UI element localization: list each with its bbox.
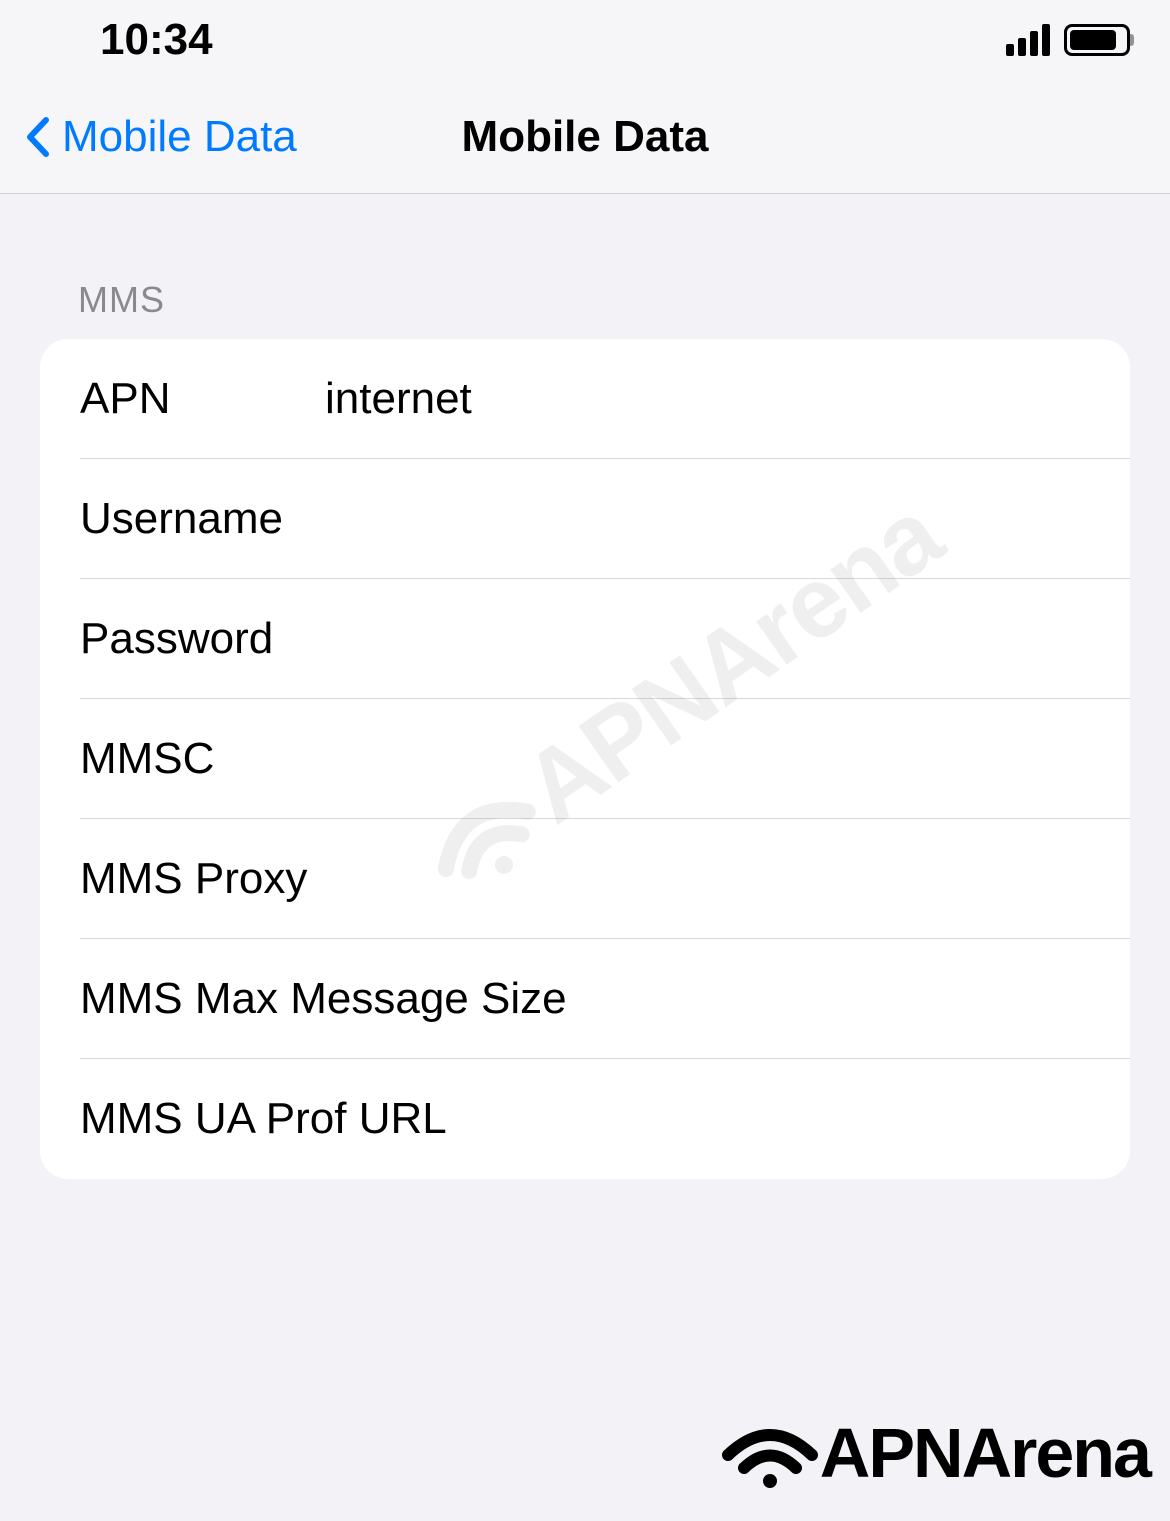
label-mmsc: MMSC bbox=[80, 734, 325, 784]
row-password[interactable]: Password bbox=[40, 579, 1130, 699]
label-mms-max-size: MMS Max Message Size bbox=[80, 974, 567, 1024]
label-mms-proxy: MMS Proxy bbox=[80, 854, 307, 904]
label-mms-ua-prof: MMS UA Prof URL bbox=[80, 1094, 447, 1144]
row-username[interactable]: Username bbox=[40, 459, 1130, 579]
wifi-icon bbox=[720, 1413, 820, 1493]
chevron-left-icon bbox=[24, 116, 50, 158]
status-bar: 10:34 bbox=[0, 0, 1170, 80]
navigation-bar: Mobile Data Mobile Data bbox=[0, 80, 1170, 194]
page-title: Mobile Data bbox=[462, 112, 709, 162]
label-password: Password bbox=[80, 614, 325, 664]
row-mms-ua-prof[interactable]: MMS UA Prof URL bbox=[40, 1059, 1130, 1179]
brand-footer: APNArena bbox=[720, 1413, 1150, 1493]
row-mmsc[interactable]: MMSC bbox=[40, 699, 1130, 819]
label-username: Username bbox=[80, 494, 325, 544]
back-label: Mobile Data bbox=[62, 112, 297, 162]
battery-icon bbox=[1064, 24, 1130, 56]
row-mms-max-size[interactable]: MMS Max Message Size bbox=[40, 939, 1130, 1059]
value-apn[interactable]: internet bbox=[325, 374, 1130, 424]
cellular-signal-icon bbox=[1006, 24, 1050, 56]
brand-text: APNArena bbox=[820, 1413, 1150, 1493]
section-header-mms: MMS bbox=[0, 194, 1170, 339]
label-apn: APN bbox=[80, 374, 325, 424]
back-button[interactable]: Mobile Data bbox=[24, 112, 297, 162]
settings-group-mms: APN internet Username Password MMSC MMS … bbox=[40, 339, 1130, 1179]
row-mms-proxy[interactable]: MMS Proxy bbox=[40, 819, 1130, 939]
status-time: 10:34 bbox=[100, 15, 213, 65]
status-indicators bbox=[1006, 24, 1130, 56]
row-apn[interactable]: APN internet bbox=[40, 339, 1130, 459]
